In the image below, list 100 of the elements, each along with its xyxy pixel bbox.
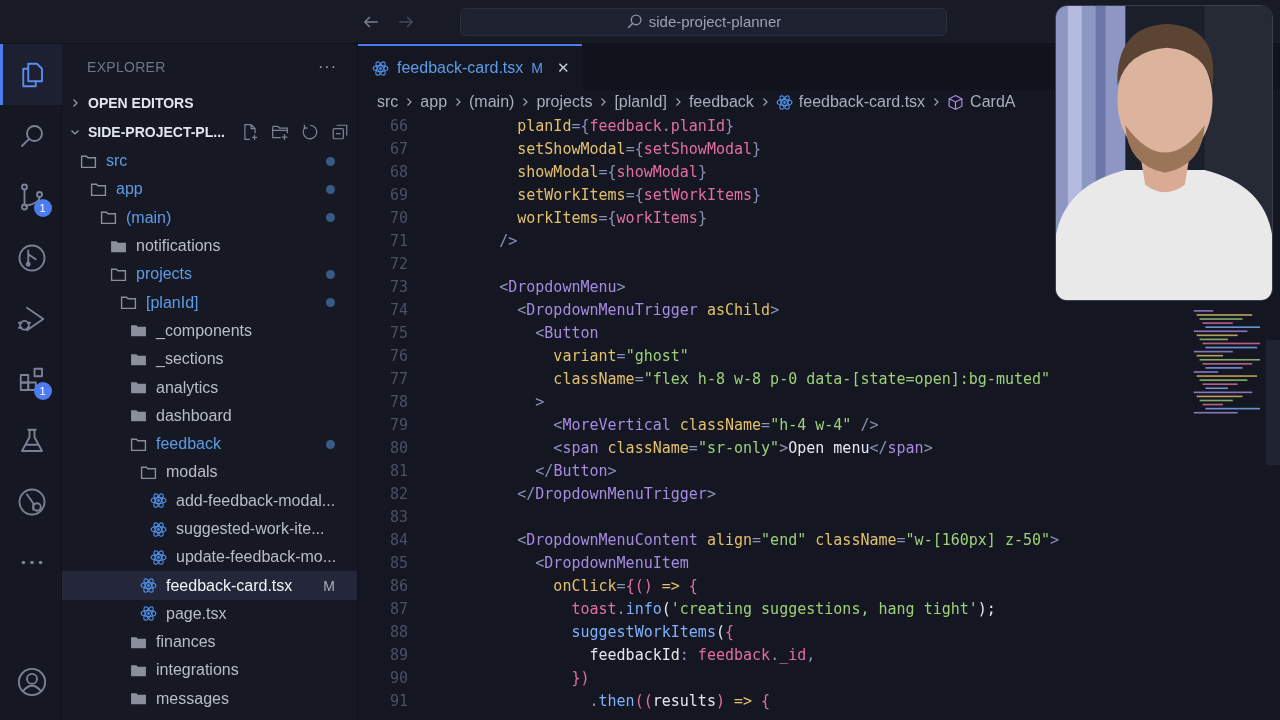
tree-item[interactable]: feedback-card.tsx M bbox=[62, 571, 357, 600]
tree-item[interactable]: projects bbox=[62, 260, 357, 289]
line-number: 73 bbox=[388, 277, 408, 296]
folder-outline-icon bbox=[90, 180, 107, 198]
breadcrumb-item[interactable]: feedback-card.tsx bbox=[775, 93, 926, 111]
search-icon bbox=[625, 13, 643, 30]
code-line: toast.info('creating suggestions, hang tight'); bbox=[570, 599, 996, 618]
command-center-search[interactable]: side-project-planner bbox=[460, 7, 947, 36]
section-header[interactable]: SIDE-PROJECT-PL... bbox=[62, 119, 357, 145]
line-number: 67 bbox=[388, 139, 408, 158]
line-number: 88 bbox=[388, 622, 408, 641]
tree-item[interactable]: suggested-work-ite... bbox=[62, 514, 357, 544]
activity-bar-item[interactable]: 1 bbox=[0, 166, 62, 227]
more-actions-button[interactable]: ··· bbox=[318, 58, 337, 76]
line-number: 86 bbox=[388, 576, 408, 595]
react-icon bbox=[150, 492, 167, 510]
code-line: setShowModal={setShowModal} bbox=[516, 139, 762, 158]
tree-item[interactable]: add-feedback-modal... bbox=[62, 486, 357, 515]
close-button[interactable]: ✕ bbox=[556, 59, 570, 77]
changes-dot bbox=[326, 184, 335, 194]
activity-bar-item[interactable]: 1 bbox=[0, 349, 62, 410]
code-line: <span className="sr-only">Open menu</span> bbox=[552, 438, 933, 457]
folder-outline-icon bbox=[100, 209, 117, 227]
code-line: showModal={showModal} bbox=[516, 162, 707, 181]
activity-bar-item[interactable] bbox=[0, 44, 62, 105]
git-graph-icon bbox=[17, 242, 47, 273]
line-number: 80 bbox=[388, 438, 408, 457]
code-line: workItems={workItems} bbox=[516, 208, 707, 227]
count-badge: 1 bbox=[33, 382, 52, 400]
breadcrumb-item[interactable]: projects bbox=[536, 93, 593, 111]
tree-item[interactable]: app bbox=[62, 175, 357, 204]
breadcrumb-item[interactable]: app bbox=[420, 93, 448, 111]
line-number: 84 bbox=[388, 530, 408, 549]
cube-icon bbox=[947, 93, 965, 111]
react-icon bbox=[150, 548, 167, 566]
tree-item[interactable]: dashboard bbox=[62, 401, 357, 430]
tree-item[interactable]: update-feedback-mo... bbox=[62, 543, 357, 572]
code-line: feedbackId: feedback._id, bbox=[588, 645, 816, 664]
folder-outline-icon bbox=[110, 265, 127, 283]
chevron-icon bbox=[70, 127, 80, 137]
line-number: 81 bbox=[388, 461, 408, 480]
breadcrumb-item[interactable]: CardA bbox=[947, 93, 1016, 111]
folder-icon bbox=[130, 662, 147, 679]
breadcrumb-item[interactable]: (main) bbox=[469, 93, 515, 111]
tree-item[interactable]: integrations bbox=[62, 656, 357, 685]
code-line: <DropdownMenuTrigger asChild> bbox=[516, 300, 780, 319]
tree-item[interactable]: messages bbox=[62, 684, 357, 713]
section-header[interactable]: OPEN EDITORS bbox=[62, 90, 357, 116]
editor-tab[interactable]: feedback-card.tsx M ✕ bbox=[358, 44, 582, 90]
code-line: className="flex h-8 w-8 p-0 data-[state=open]:bg-muted" bbox=[552, 369, 1051, 388]
code-line: > bbox=[534, 392, 545, 411]
code-line: planId={feedback.planId} bbox=[516, 116, 734, 135]
changes-dot bbox=[326, 213, 335, 223]
tree-item[interactable]: [planId] bbox=[62, 288, 357, 317]
line-number: 78 bbox=[388, 392, 408, 411]
new-folder-icon[interactable] bbox=[270, 123, 289, 141]
remote-explorer-icon bbox=[17, 486, 47, 517]
collapse-all-icon[interactable] bbox=[330, 123, 349, 141]
breadcrumb-item[interactable]: src bbox=[377, 93, 399, 111]
tree-item[interactable]: finances bbox=[62, 628, 357, 657]
tree-item[interactable]: _components bbox=[62, 316, 357, 346]
react-icon bbox=[140, 605, 157, 623]
react-icon bbox=[140, 577, 157, 595]
line-number: 75 bbox=[388, 323, 408, 342]
tree-item[interactable]: _sections bbox=[62, 345, 357, 374]
code-line: <MoreVertical className="h-4 w-4" /> bbox=[552, 415, 879, 434]
line-number: 68 bbox=[388, 162, 408, 181]
tree-item[interactable]: src bbox=[62, 147, 357, 176]
line-number: 70 bbox=[388, 208, 408, 227]
folder-icon bbox=[130, 379, 147, 396]
code-line: </DropdownMenuTrigger> bbox=[516, 484, 716, 503]
line-number: 90 bbox=[388, 668, 408, 687]
code-line: setWorkItems={setWorkItems} bbox=[516, 185, 762, 204]
tree-item[interactable]: (main) bbox=[62, 203, 357, 232]
tree-item[interactable]: feedback bbox=[62, 429, 357, 459]
line-number: 91 bbox=[388, 691, 408, 710]
react-icon bbox=[372, 59, 389, 77]
changes-dot bbox=[326, 269, 335, 279]
line-number: 66 bbox=[388, 116, 408, 135]
refresh-icon[interactable] bbox=[300, 123, 319, 141]
changes-dot bbox=[326, 439, 335, 449]
line-number: 74 bbox=[388, 300, 408, 319]
line-number: 72 bbox=[388, 254, 408, 273]
code-line: <DropdownMenu> bbox=[498, 277, 626, 296]
folder-outline-icon bbox=[80, 152, 97, 170]
folder-outline-icon bbox=[140, 463, 157, 481]
tree-item[interactable]: modals bbox=[62, 458, 357, 487]
tree-item[interactable]: page.tsx bbox=[62, 599, 357, 629]
line-number: 69 bbox=[388, 185, 408, 204]
line-number: 79 bbox=[388, 415, 408, 434]
code-line: }) bbox=[570, 668, 590, 687]
react-icon bbox=[775, 93, 793, 111]
react-icon bbox=[150, 520, 167, 538]
count-badge: 1 bbox=[33, 199, 52, 217]
git-status-letter: M bbox=[323, 577, 335, 594]
line-number: 76 bbox=[388, 346, 408, 365]
tree-item[interactable]: notifications bbox=[62, 231, 357, 261]
tree-item[interactable]: analytics bbox=[62, 373, 357, 402]
breadcrumb-item[interactable]: feedback bbox=[688, 93, 754, 111]
breadcrumb-item[interactable]: [planId] bbox=[614, 93, 667, 111]
